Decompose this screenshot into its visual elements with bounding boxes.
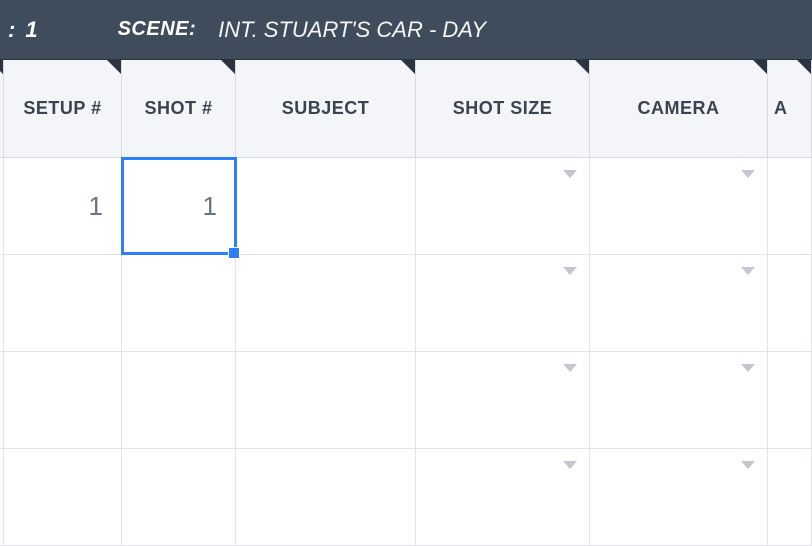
cell-shot-size[interactable]: [416, 449, 590, 545]
scene-label: SCENE:: [118, 18, 197, 41]
dropdown-icon[interactable]: [563, 170, 577, 178]
dropdown-icon[interactable]: [563, 364, 577, 372]
dropdown-icon[interactable]: [741, 461, 755, 469]
table-row: [0, 449, 812, 546]
cell-angle[interactable]: [768, 255, 812, 351]
cell-angle[interactable]: [768, 158, 812, 254]
cell-camera[interactable]: [590, 449, 768, 545]
cell-shot[interactable]: [122, 255, 236, 351]
dropdown-icon[interactable]: [741, 267, 755, 275]
column-header-shot[interactable]: SHOT #: [122, 60, 236, 157]
header-num-value: 1: [25, 17, 37, 43]
cell-shot[interactable]: 1: [122, 158, 236, 254]
sort-corner-icon: [797, 60, 811, 74]
scene-value: INT. STUART'S CAR - DAY: [218, 17, 486, 43]
column-header-subject[interactable]: SUBJECT: [236, 60, 416, 157]
scene-header-bar: : 1 SCENE: INT. STUART'S CAR - DAY: [0, 0, 812, 60]
cell-setup[interactable]: [4, 255, 122, 351]
sort-corner-icon: [0, 60, 3, 74]
sort-corner-icon: [221, 60, 235, 74]
dropdown-icon[interactable]: [563, 267, 577, 275]
cell-subject[interactable]: [236, 352, 416, 448]
cell-value: 1: [203, 191, 217, 222]
column-header-camera[interactable]: CAMERA: [590, 60, 768, 157]
column-header-label: SETUP #: [23, 98, 101, 119]
column-header-setup[interactable]: SETUP #: [4, 60, 122, 157]
cell-angle[interactable]: [768, 449, 812, 545]
cell-shot[interactable]: [122, 449, 236, 545]
sort-corner-icon: [107, 60, 121, 74]
cell-camera[interactable]: [590, 352, 768, 448]
cell-camera[interactable]: [590, 255, 768, 351]
cell-subject[interactable]: [236, 158, 416, 254]
cell-setup[interactable]: [4, 449, 122, 545]
cell-shot[interactable]: [122, 352, 236, 448]
cell-angle[interactable]: [768, 352, 812, 448]
cell-shot-size[interactable]: [416, 352, 590, 448]
cell-subject[interactable]: [236, 449, 416, 545]
sort-corner-icon: [401, 60, 415, 74]
sort-corner-icon: [575, 60, 589, 74]
column-header-label: SHOT SIZE: [453, 98, 553, 119]
cell-shot-size[interactable]: [416, 255, 590, 351]
column-header-label: SUBJECT: [282, 98, 370, 119]
shot-list-grid: SETUP # SHOT # SUBJECT SHOT SIZE CAMERA …: [0, 60, 812, 546]
column-header-row: SETUP # SHOT # SUBJECT SHOT SIZE CAMERA …: [0, 60, 812, 158]
column-header-angle[interactable]: A: [768, 60, 812, 157]
table-row: [0, 255, 812, 352]
header-num-colon: :: [8, 17, 15, 43]
cell-shot-size[interactable]: [416, 158, 590, 254]
table-row: [0, 352, 812, 449]
cell-setup[interactable]: 1: [4, 158, 122, 254]
dropdown-icon[interactable]: [563, 461, 577, 469]
column-header-shot-size[interactable]: SHOT SIZE: [416, 60, 590, 157]
column-header-label: SHOT #: [144, 98, 212, 119]
dropdown-icon[interactable]: [741, 170, 755, 178]
cell-camera[interactable]: [590, 158, 768, 254]
cell-setup[interactable]: [4, 352, 122, 448]
sort-corner-icon: [753, 60, 767, 74]
table-row: 1 1: [0, 158, 812, 255]
cell-subject[interactable]: [236, 255, 416, 351]
column-header-label: CAMERA: [638, 98, 720, 119]
column-header-label: A: [774, 98, 788, 119]
dropdown-icon[interactable]: [741, 364, 755, 372]
cell-value: 1: [89, 191, 103, 222]
